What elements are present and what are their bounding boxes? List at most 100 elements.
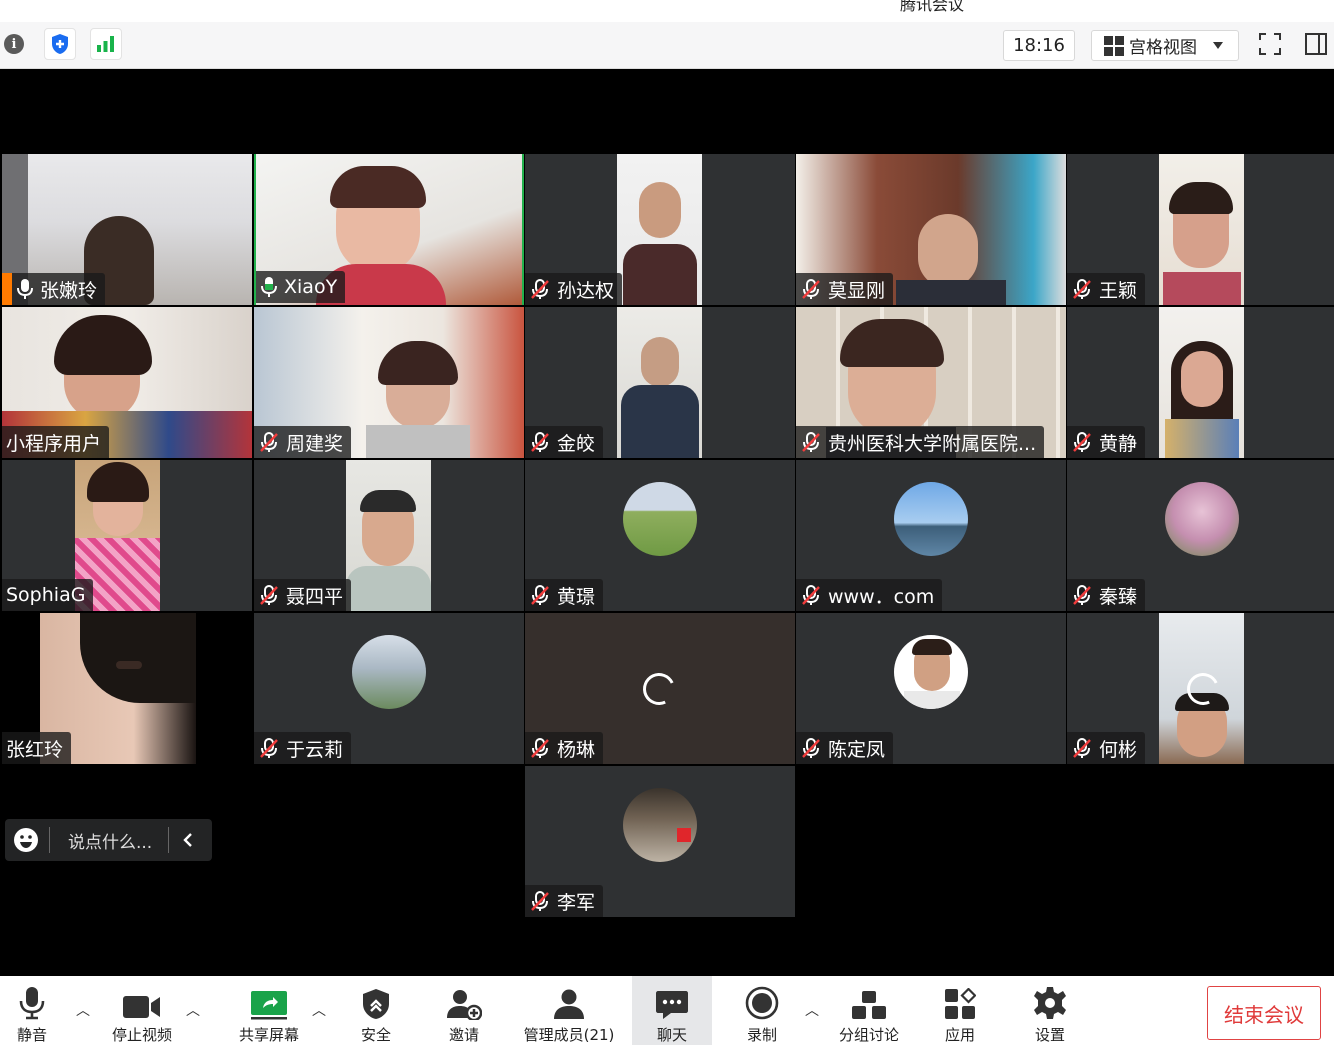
settings-label: 设置 [1034,1026,1065,1044]
end-meeting-button[interactable]: 结束会议 [1207,986,1321,1040]
manage-members-button[interactable]: 管理成员(21) [518,976,620,1045]
info-button[interactable]: i [2,29,26,59]
view-mode-label: 宫格视图 [1129,38,1197,58]
security-label: 安全 [360,1026,391,1044]
breakout-rooms-button[interactable]: 分组讨论 [832,976,906,1045]
security-button[interactable]: 安全 [346,976,406,1045]
chat-button[interactable]: 聊天 [632,976,712,1045]
apps-button[interactable]: 应用 [930,976,990,1045]
participant-tile[interactable]: 张红玲 [2,613,252,764]
invite-button[interactable]: 邀请 [434,976,494,1045]
share-options-chevron-icon[interactable]: ︿ [312,1000,326,1020]
share-screen-button[interactable]: 共享屏幕 [230,976,308,1045]
participant-tile[interactable]: 李军 [525,766,795,917]
mic-muted-icon [531,738,549,758]
participant-tile[interactable]: 金皎 [525,307,795,458]
participant-tile[interactable]: 贵州医科大学附属医院... [796,307,1066,458]
participant-avatar [623,482,697,556]
quick-chat-bar[interactable]: 说点什么... [5,819,212,861]
security-shield-icon [363,989,389,1019]
participant-name: 贵州医科大学附属医院... [828,432,1037,455]
mic-muted-icon [260,585,278,605]
participant-tile[interactable]: 聂四平 [254,460,524,611]
participant-tile[interactable]: 何彬 [1067,613,1334,764]
participant-name-label: 聂四平 [254,579,352,611]
network-status-button[interactable] [90,28,122,60]
mic-muted-icon [531,585,549,605]
record-button[interactable]: 录制 [732,976,792,1045]
participant-tile[interactable]: 黄静 [1067,307,1334,458]
mic-muted-icon [260,432,278,452]
participant-tile[interactable]: 小程序用户 [2,307,252,458]
mic-active-icon [261,277,277,297]
chevron-down-icon [1213,41,1223,49]
bottom-toolbar: 静音 ︿ 停止视频 ︿ 共享屏幕 ︿ 安全 邀请 管理成员(21) 聊天 录制 … [0,976,1334,1045]
participant-name: 小程序用户 [6,432,102,455]
meeting-clock: 18:16 [1003,30,1075,61]
shield-icon [44,28,76,60]
record-options-chevron-icon[interactable]: ︿ [805,1000,819,1020]
participant-avatar [352,635,426,709]
sidebar-toggle-button[interactable] [1302,29,1330,59]
stop-video-button[interactable]: 停止视频 [102,976,182,1045]
record-icon [745,986,779,1020]
chat-bubble-icon [656,991,688,1019]
mute-label: 静音 [16,1026,47,1044]
apps-icon [945,988,976,1019]
participant-name-label: www．com [796,579,943,611]
participant-tile[interactable]: 陈定凤 [796,613,1066,764]
participant-tile[interactable]: 莫显刚 [796,154,1066,305]
participant-name: 张嫩玲 [40,279,98,302]
participant-tile[interactable]: 黄璟 [525,460,795,611]
mic-muted-icon [1073,279,1091,299]
collapse-chevron-icon[interactable] [183,832,193,848]
security-status-button[interactable] [44,28,76,60]
participant-name-label: 黄璟 [525,579,604,611]
participant-tile[interactable]: www．com [796,460,1066,611]
participant-name: 李军 [557,891,596,914]
chat-input-placeholder[interactable]: 说点什么... [68,828,152,853]
participant-tile[interactable]: 杨琳 [525,613,795,764]
participant-avatar [623,788,697,862]
participant-tile-active-speaker[interactable]: XiaoY [254,154,524,305]
participant-name-label: 于云莉 [254,732,352,764]
mic-on-icon [17,279,33,299]
participant-tile[interactable]: 张嫩玲 [2,154,252,305]
participant-name: 于云莉 [286,738,344,761]
participant-tile[interactable]: SophiaG [2,460,252,611]
mic-muted-icon [531,279,549,299]
participant-name: 孙达权 [557,279,615,302]
video-camera-icon [123,996,160,1018]
participant-name: 聂四平 [286,585,344,608]
mic-muted-icon [1073,585,1091,605]
apps-label: 应用 [944,1026,975,1044]
participant-name-label: 李军 [525,885,604,917]
participant-name: 何彬 [1099,738,1138,761]
mute-button[interactable]: 静音 [2,976,62,1045]
participant-name-label: 孙达权 [525,273,623,305]
emoji-icon[interactable] [13,827,39,853]
fullscreen-button[interactable] [1256,29,1284,59]
participant-video [1159,307,1244,458]
participant-tile[interactable]: 孙达权 [525,154,795,305]
mic-muted-icon [531,432,549,452]
participant-name-label: 黄静 [1067,426,1146,458]
video-options-chevron-icon[interactable]: ︿ [186,1000,200,1020]
mic-muted-icon [802,585,820,605]
participant-tile[interactable]: 于云莉 [254,613,524,764]
participant-tile[interactable]: 周建奖 [254,307,524,458]
participant-tile[interactable]: 秦臻 [1067,460,1334,611]
members-icon [554,989,584,1019]
participant-name: 张红玲 [6,738,64,761]
microphone-icon [19,987,45,1020]
sidebar-panel-icon [1305,33,1327,55]
participant-name-label: 秦臻 [1067,579,1146,611]
participant-name-label: 杨琳 [525,732,604,764]
participant-video [1159,613,1244,764]
title-bar: 腾讯会议 [0,0,1334,22]
participant-video [617,307,702,458]
view-mode-dropdown[interactable]: 宫格视图 [1091,30,1239,61]
audio-options-chevron-icon[interactable]: ︿ [76,1000,90,1020]
settings-button[interactable]: 设置 [1020,976,1080,1045]
participant-tile[interactable]: 王颖 [1067,154,1334,305]
